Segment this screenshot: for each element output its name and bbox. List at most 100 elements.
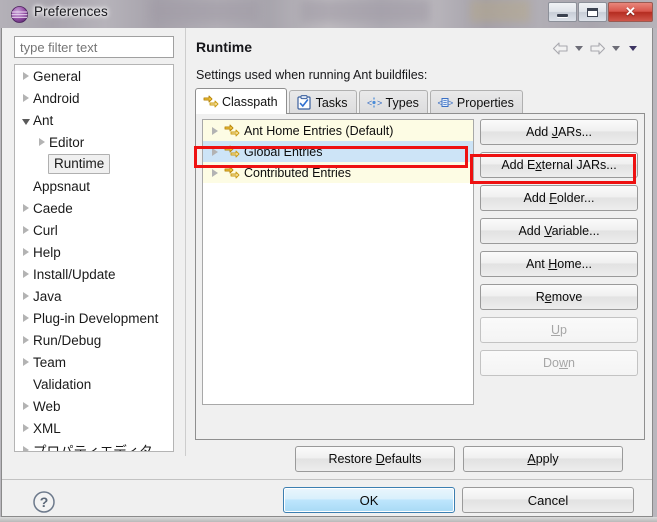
tab-classpath[interactable]: Classpath: [195, 88, 287, 114]
dialog-footer: ? OK Cancel: [2, 480, 652, 516]
tree-item-label: Install/Update: [33, 266, 116, 282]
add-jars-button[interactable]: Add JARs...: [480, 119, 638, 145]
expand-chevron-right-icon[interactable]: [19, 402, 33, 410]
tree-item-general[interactable]: General: [15, 65, 173, 87]
expand-chevron-right-icon[interactable]: [19, 226, 33, 234]
tree-item-android[interactable]: Android: [15, 87, 173, 109]
classpath-buttons-column: Add JARs... Add External JARs... Add Folde…: [480, 119, 640, 383]
tree-item-label: Runtime: [48, 154, 111, 174]
ok-button[interactable]: OK: [283, 487, 455, 513]
svg-text:?: ?: [40, 494, 49, 510]
tree-item-java[interactable]: Java: [15, 285, 173, 307]
tab-strip: Classpath Tasks < > Types < > Properties: [195, 88, 525, 114]
expand-chevron-right-icon[interactable]: [19, 424, 33, 432]
forward-history-chevron-down-icon[interactable]: [612, 46, 620, 51]
tree-item-editor[interactable]: Editor: [15, 131, 173, 153]
tree-item-label: Curl: [33, 222, 58, 238]
cancel-button[interactable]: Cancel: [462, 487, 634, 513]
tree-item-team[interactable]: Team: [15, 351, 173, 373]
add-folder-button[interactable]: Add Folder...: [480, 185, 638, 211]
tree-item-plug-in-development[interactable]: Plug-in Development: [15, 307, 173, 329]
tree-item-label: Java: [33, 288, 62, 304]
classpath-entry-label: Contributed Entries: [244, 165, 352, 180]
close-button[interactable]: ✕: [608, 2, 653, 22]
classpath-entry-row[interactable]: Global Entries: [203, 141, 473, 162]
window-controls: ✕: [547, 2, 653, 22]
window-titlebar[interactable]: Preferences ✕: [0, 0, 657, 28]
expand-chevron-right-icon[interactable]: [19, 204, 33, 212]
page-header: Runtime: [186, 34, 654, 62]
forward-arrow-icon[interactable]: [589, 41, 606, 56]
window-bottom-edge: [0, 517, 657, 522]
expand-chevron-right-icon[interactable]: [19, 248, 33, 256]
page-title: Runtime: [196, 39, 252, 55]
tab-label: Classpath: [222, 94, 278, 109]
expand-chevron-right-icon[interactable]: [207, 147, 223, 156]
classpath-tab-panel: Ant Home Entries (Default) Global Entries…: [195, 113, 645, 440]
expand-chevron-right-icon[interactable]: [19, 292, 33, 300]
expand-chevron-right-icon[interactable]: [35, 138, 49, 146]
classpath-entries-list[interactable]: Ant Home Entries (Default) Global Entries…: [202, 119, 474, 405]
restore-defaults-button[interactable]: Restore Defaults: [295, 446, 455, 472]
apply-button[interactable]: Apply: [463, 446, 623, 472]
tree-item-install-update[interactable]: Install/Update: [15, 263, 173, 285]
eclipse-sphere-icon: [11, 6, 28, 23]
remove-button[interactable]: Remove: [480, 284, 638, 310]
minimize-icon: [557, 13, 568, 17]
add-variable-button[interactable]: Add Variable...: [480, 218, 638, 244]
tree-item-validation[interactable]: Validation: [15, 373, 173, 395]
tree-item-xml[interactable]: XML: [15, 417, 173, 439]
tree-item-label: Ant: [33, 112, 54, 128]
ant-tasks-icon: [296, 95, 312, 110]
tab-label: Properties: [456, 95, 514, 110]
tab-types[interactable]: < > Types: [358, 90, 428, 114]
ant-types-icon: < >: [366, 95, 382, 110]
page-menu-chevron-down-icon[interactable]: [629, 46, 637, 51]
tree-item-label: Editor: [49, 134, 85, 150]
maximize-button[interactable]: [578, 2, 607, 22]
expand-chevron-right-icon[interactable]: [19, 358, 33, 366]
expand-chevron-right-icon[interactable]: [19, 72, 33, 80]
add-external-jars-button[interactable]: Add External JARs...: [480, 152, 638, 178]
classpath-entry-row[interactable]: Contributed Entries: [203, 162, 473, 183]
tree-item-label: Team: [33, 354, 67, 370]
tree-item-runtime[interactable]: Runtime: [15, 153, 173, 175]
expand-chevron-right-icon[interactable]: [19, 314, 33, 322]
tree-item-label: Android: [33, 90, 80, 106]
ant-properties-icon: < >: [437, 95, 453, 110]
tree-item-appsnaut[interactable]: Appsnaut: [15, 175, 173, 197]
minimize-button[interactable]: [548, 2, 577, 22]
preferences-page: Runtime Settings used when running Ant b…: [185, 28, 653, 456]
expand-chevron-right-icon[interactable]: [19, 446, 33, 451]
tab-tasks[interactable]: Tasks: [288, 90, 357, 114]
tree-item-web[interactable]: Web: [15, 395, 173, 417]
preferences-tree[interactable]: General Android Ant Editor Runtime Appsnaut Ca…: [14, 64, 174, 452]
tree-item-[interactable]: プロパティエディタ: [15, 439, 173, 451]
tab-label: Tasks: [315, 95, 348, 110]
page-description: Settings used when running Ant buildfile…: [196, 68, 428, 82]
classpath-entry-row[interactable]: Ant Home Entries (Default): [203, 120, 473, 141]
ant-home-button[interactable]: Ant Home...: [480, 251, 638, 277]
expand-chevron-right-icon[interactable]: [207, 126, 223, 135]
svg-text:>: >: [448, 98, 453, 108]
expand-chevron-right-icon[interactable]: [19, 270, 33, 278]
tree-item-help[interactable]: Help: [15, 241, 173, 263]
page-nav-icons: [552, 41, 640, 56]
tree-item-caede[interactable]: Caede: [15, 197, 173, 219]
tree-item-curl[interactable]: Curl: [15, 219, 173, 241]
back-arrow-icon[interactable]: [552, 41, 569, 56]
svg-text:>: >: [377, 98, 382, 108]
ant-classpath-icon: [223, 165, 240, 180]
expand-chevron-right-icon[interactable]: [207, 168, 223, 177]
back-history-chevron-down-icon[interactable]: [575, 46, 583, 51]
page-action-buttons: Restore Defaults Apply: [185, 446, 653, 480]
tree-item-ant[interactable]: Ant: [15, 109, 173, 131]
tab-properties[interactable]: < > Properties: [429, 90, 523, 114]
tree-item-label: Web: [33, 398, 61, 414]
tree-item-run-debug[interactable]: Run/Debug: [15, 329, 173, 351]
collapse-chevron-down-icon[interactable]: [19, 116, 33, 125]
expand-chevron-right-icon[interactable]: [19, 336, 33, 344]
expand-chevron-right-icon[interactable]: [19, 94, 33, 102]
filter-input[interactable]: [14, 36, 174, 58]
help-icon[interactable]: ?: [32, 490, 56, 514]
